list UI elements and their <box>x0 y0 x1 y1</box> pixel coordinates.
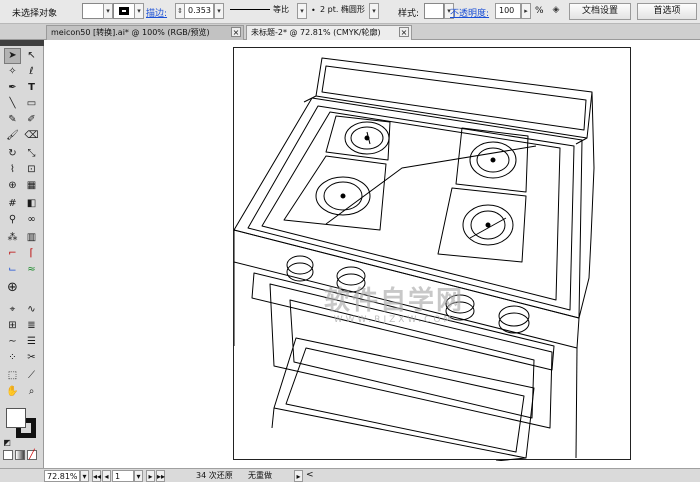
curve-icon[interactable]: ∿ <box>23 302 40 318</box>
gradient-mode-icon[interactable] <box>15 450 25 460</box>
undo-info: 34 次还原 <box>196 471 233 480</box>
symbol-icon[interactable]: ⌖ <box>4 302 21 318</box>
crosshair-icon[interactable]: ⊕ <box>4 280 21 296</box>
status-menu-arrow[interactable]: ▸ <box>294 470 303 482</box>
bullet-separator: • <box>311 6 316 15</box>
percent-sign: % <box>535 6 544 16</box>
fill-color-swatch[interactable] <box>6 408 26 428</box>
stroke-profile-field[interactable]: 等比 <box>227 3 297 19</box>
preferences-button[interactable]: 首选项 <box>637 3 697 20</box>
stroke-profile-label: 等比 <box>273 5 289 14</box>
tab-label: 未标题-2* @ 72.81% (CMYK/轮廓) <box>251 28 381 37</box>
next-page-icon[interactable]: ▸ <box>146 470 155 482</box>
column-graph-icon[interactable]: ▥ <box>23 230 40 246</box>
stroke-profile-line <box>230 9 270 10</box>
crop-icon[interactable]: ⬚ <box>4 368 21 384</box>
last-page-icon[interactable]: ▸▸ <box>156 470 165 482</box>
watermark-title: 软件自学网 <box>323 286 464 316</box>
control-bar: 未选择对象 ▾ ▾ 描边: ⇕ 0.353 ▾ 等比 ▾ • 2 pt. 椭圆形… <box>0 0 700 24</box>
document-setup-button[interactable]: 文档设置 <box>569 3 631 20</box>
document-tab-bar: meicon50 [转换].ai* @ 100% (RGB/预览) × 未标题-… <box>0 24 700 40</box>
direct-selection-tool-icon[interactable]: ↖ <box>23 48 40 64</box>
tab-label: meicon50 [转换].ai* @ 100% (RGB/预览) <box>51 28 210 37</box>
knife-icon[interactable]: ⟋ <box>23 368 40 384</box>
opacity-dropdown[interactable]: ▸ <box>521 3 531 19</box>
pattern-icon[interactable]: ⊞ <box>4 318 21 334</box>
page-field[interactable]: 1 <box>112 470 134 482</box>
style-label: 样式: <box>398 9 420 19</box>
shape-builder-icon[interactable]: ⊕ <box>4 178 21 194</box>
magnifier-icon[interactable]: ⌕ <box>23 384 40 400</box>
panel-grip[interactable] <box>0 40 44 46</box>
stroke-weight-dropdown[interactable]: ▾ <box>214 3 224 19</box>
redo-info: 无重做 <box>248 471 272 480</box>
spray-icon[interactable]: ⁘ <box>4 350 21 366</box>
tools-panel: ➤ ↖ ✧ ℓ ✒ T ╲ ▭ ✎ ✐ 🖌 ⌫ ↻ ⤡ ⌇ ⊡ ⊕ ▦ # ◧ … <box>0 40 44 468</box>
first-page-icon[interactable]: ◂◂ <box>92 470 101 482</box>
color-mode-icon[interactable] <box>3 450 13 460</box>
lasso-icon[interactable]: ℓ <box>23 64 40 80</box>
line-tool-icon[interactable]: ╲ <box>4 96 21 112</box>
page-dropdown-arrow[interactable]: ▾ <box>134 470 143 482</box>
cut-icon[interactable]: ✂ <box>23 350 40 366</box>
slice-tool-icon[interactable]: ⌈ <box>23 246 40 262</box>
mesh-tool-icon[interactable]: # <box>4 196 21 212</box>
rotate-tool-icon[interactable]: ↻ <box>4 146 21 162</box>
warp-tool-icon[interactable]: ⌇ <box>4 162 21 178</box>
eyedropper-icon[interactable]: ⚲ <box>4 212 21 228</box>
selection-tool-icon[interactable]: ➤ <box>4 48 21 64</box>
stroke-profile-dropdown[interactable]: ▾ <box>297 3 307 19</box>
tab-meicon50[interactable]: meicon50 [转换].ai* @ 100% (RGB/预览) × <box>46 25 244 40</box>
style-swatch[interactable] <box>424 3 444 19</box>
status-bar: 72.81% ▾ ◂◂ ◂ 1 ▾ ▸ ▸▸ 34 次还原 无重做 ▸ < <box>0 468 700 482</box>
symbol-sprayer-icon[interactable]: ⁂ <box>4 230 21 246</box>
blend-tool-icon[interactable]: ∞ <box>23 212 40 228</box>
none-mode-icon[interactable]: ╱ <box>27 450 37 460</box>
brush-definition-field[interactable]: 2 pt. 椭圆形 <box>317 3 369 19</box>
artboard-tool-icon[interactable]: ⌐ <box>4 246 21 262</box>
free-transform-icon[interactable]: ⊡ <box>23 162 40 178</box>
gradient-tool-icon[interactable]: ◧ <box>23 196 40 212</box>
transparency-icon[interactable]: ◈ <box>550 3 562 19</box>
fill-swatch[interactable] <box>82 3 104 19</box>
canvas[interactable]: 软件自学网 WWW.RJZXW.COM <box>44 40 700 468</box>
pencil-icon[interactable]: ✐ <box>23 112 40 128</box>
opacity-label[interactable]: 不透明度: <box>450 6 489 19</box>
scale-tool-icon[interactable]: ⤡ <box>23 146 40 162</box>
list-icon[interactable]: ☰ <box>23 334 40 350</box>
hand-icon[interactable]: ✋ <box>4 384 21 400</box>
hand-tool-icon[interactable]: ⌙ <box>4 262 21 278</box>
prev-page-icon[interactable]: ◂ <box>102 470 111 482</box>
zoom-tool-icon[interactable]: ≈ <box>23 262 40 278</box>
watermark: 软件自学网 WWW.RJZXW.COM <box>294 280 494 325</box>
brush-definition-dropdown[interactable]: ▾ <box>369 3 379 19</box>
close-icon[interactable]: × <box>399 27 409 37</box>
stroke-label[interactable]: 描边: <box>146 6 167 19</box>
eraser-icon[interactable]: ⌫ <box>23 128 40 144</box>
paintbrush-icon[interactable]: ✎ <box>4 112 21 128</box>
opacity-field[interactable]: 100 <box>495 3 521 19</box>
default-colors-icon[interactable]: ◩ <box>1 435 13 451</box>
scroll-left-icon[interactable]: < <box>306 470 314 482</box>
type-tool-icon[interactable]: T <box>23 80 40 96</box>
wave-icon[interactable]: ∼ <box>4 334 21 350</box>
stroke-swatch[interactable] <box>113 3 135 19</box>
zoom-field[interactable]: 72.81% <box>44 470 80 482</box>
tab-untitled-2[interactable]: 未标题-2* @ 72.81% (CMYK/轮廓) × <box>246 25 412 40</box>
fill-dropdown-arrow[interactable]: ▾ <box>103 3 113 19</box>
pen-tool-icon[interactable]: ✒ <box>4 80 21 96</box>
stack-icon[interactable]: ≣ <box>23 318 40 334</box>
blob-brush-icon[interactable]: 🖌 <box>4 128 21 144</box>
zoom-dropdown-arrow[interactable]: ▾ <box>80 470 89 482</box>
artboard[interactable]: 软件自学网 WWW.RJZXW.COM <box>233 47 632 461</box>
magic-wand-icon[interactable]: ✧ <box>4 64 21 80</box>
stove-outline-drawing[interactable] <box>234 48 632 461</box>
close-icon[interactable]: × <box>231 27 241 37</box>
selection-status: 未选择对象 <box>12 9 58 19</box>
stroke-dropdown-arrow[interactable]: ▾ <box>134 3 144 19</box>
stroke-weight-field[interactable]: 0.353 <box>184 3 214 19</box>
perspective-grid-icon[interactable]: ▦ <box>23 178 40 194</box>
rectangle-tool-icon[interactable]: ▭ <box>23 96 40 112</box>
stroke-swatch-icon <box>119 7 129 15</box>
